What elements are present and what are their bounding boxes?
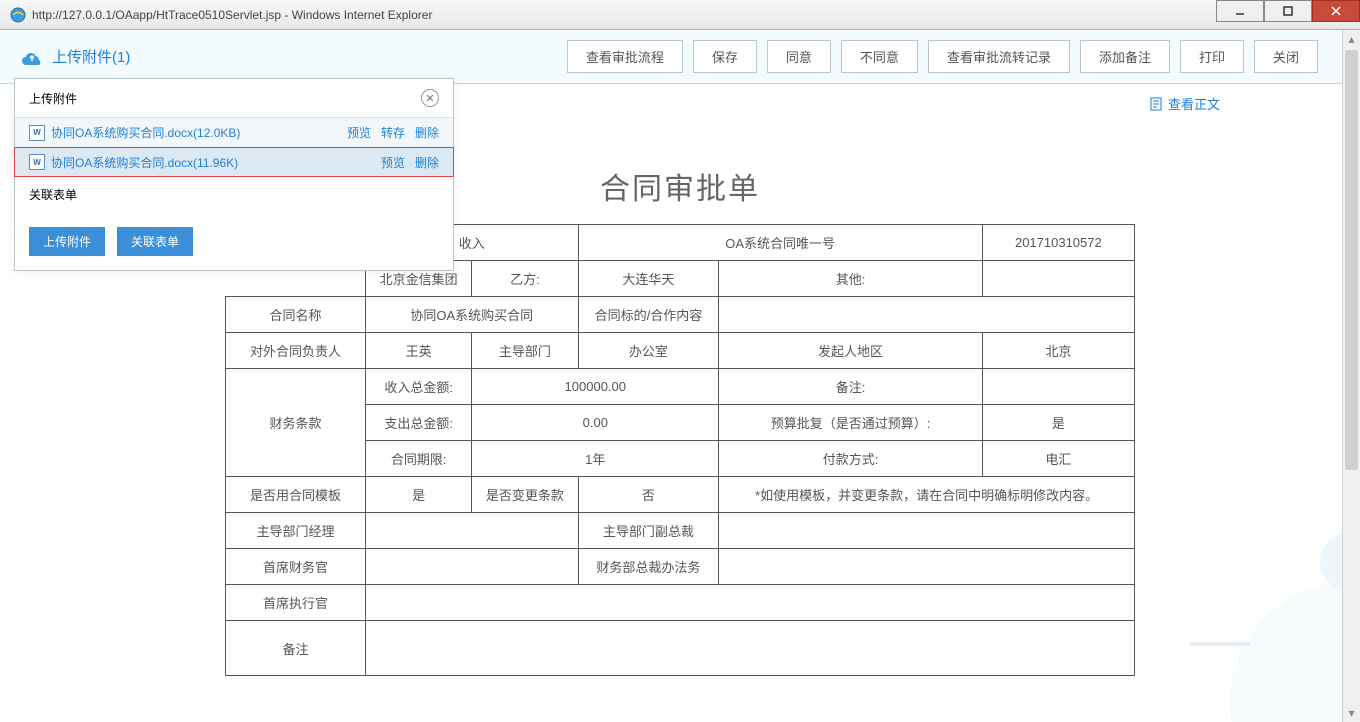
cell: 201710310572 bbox=[982, 225, 1134, 261]
titlebar-url: http://127.0.0.1/OAapp/HtTrace0510Servle… bbox=[32, 8, 432, 22]
file-name: 协同OA系统购买合同.docx(12.0KB) bbox=[51, 124, 240, 141]
cell-label: 备注: bbox=[719, 369, 982, 405]
cell-label: 首席执行官 bbox=[226, 585, 366, 621]
file-name: 协同OA系统购买合同.docx(11.96K) bbox=[51, 154, 238, 171]
cell-label: 合同期限: bbox=[366, 441, 472, 477]
agree-button[interactable]: 同意 bbox=[767, 40, 831, 73]
delete-link[interactable]: 删除 bbox=[415, 124, 439, 141]
upload-attachment-header[interactable]: 上传附件(1) bbox=[20, 46, 130, 67]
cell-label: 是否变更条款 bbox=[472, 477, 578, 513]
cell: 乙方: bbox=[472, 261, 578, 297]
toolbar: 上传附件(1) 查看审批流程 保存 同意 不同意 查看审批流转记录 添加备注 打… bbox=[0, 30, 1360, 84]
cell-label: 收入总金额: bbox=[366, 369, 472, 405]
upload-panel: 上传附件 ✕ W 协同OA系统购买合同.docx(12.0KB) 预览 转存 删… bbox=[14, 78, 454, 271]
print-button[interactable]: 打印 bbox=[1180, 40, 1244, 73]
cloud-upload-icon bbox=[20, 48, 44, 66]
cell-label: 发起人地区 bbox=[719, 333, 982, 369]
cell-label: 合同名称 bbox=[226, 297, 366, 333]
add-remark-button[interactable]: 添加备注 bbox=[1080, 40, 1170, 73]
cell-label: 付款方式: bbox=[719, 441, 982, 477]
upload-button[interactable]: 上传附件 bbox=[29, 227, 105, 256]
cell-label: 预算批复（是否通过预算）: bbox=[719, 405, 982, 441]
file-item[interactable]: W 协同OA系统购买合同.docx(11.96K) 预览 删除 bbox=[14, 147, 454, 177]
cell-label: 是否用合同模板 bbox=[226, 477, 366, 513]
close-panel-button[interactable]: ✕ bbox=[421, 89, 439, 107]
cell: 北京 bbox=[982, 333, 1134, 369]
cell: 电汇 bbox=[982, 441, 1134, 477]
view-approval-flow-button[interactable]: 查看审批流程 bbox=[567, 40, 683, 73]
cell: 是 bbox=[366, 477, 472, 513]
cell: OA系统合同唯一号 bbox=[578, 225, 982, 261]
cell-label: 支出总金额: bbox=[366, 405, 472, 441]
cell-label: 财务条款 bbox=[226, 369, 366, 477]
scroll-down-arrow[interactable]: ▾ bbox=[1343, 704, 1360, 722]
minimize-button[interactable] bbox=[1216, 0, 1264, 22]
docx-icon: W bbox=[29, 154, 45, 170]
cell-label: 主导部门经理 bbox=[226, 513, 366, 549]
cell-label: 合同标的/合作内容 bbox=[578, 297, 719, 333]
cell-label: 主导部门副总裁 bbox=[578, 513, 719, 549]
relate-form-button[interactable]: 关联表单 bbox=[117, 227, 193, 256]
cell-label: 首席财务官 bbox=[226, 549, 366, 585]
file-item[interactable]: W 协同OA系统购买合同.docx(12.0KB) 预览 转存 删除 bbox=[15, 118, 453, 148]
cell: 100000.00 bbox=[472, 369, 719, 405]
background-decor bbox=[1150, 502, 1360, 722]
cell: 是 bbox=[982, 405, 1134, 441]
cell-label: 财务部总裁办法务 bbox=[578, 549, 719, 585]
save-button[interactable]: 保存 bbox=[693, 40, 757, 73]
upload-header-text: 上传附件(1) bbox=[52, 46, 130, 67]
cell: 其他: bbox=[719, 261, 982, 297]
cell: 1年 bbox=[472, 441, 719, 477]
cell: 王英 bbox=[366, 333, 472, 369]
approval-form-table: 收入 OA系统合同唯一号 201710310572 北京金信集团 乙方: 大连华… bbox=[225, 224, 1135, 676]
vertical-scrollbar[interactable]: ▴ ▾ bbox=[1342, 30, 1360, 722]
preview-link[interactable]: 预览 bbox=[347, 124, 371, 141]
ie-icon bbox=[10, 7, 26, 23]
cell: 协同OA系统购买合同 bbox=[366, 297, 579, 333]
delete-link[interactable]: 删除 bbox=[415, 154, 439, 171]
cell-label: 备注 bbox=[226, 621, 366, 676]
view-text-link[interactable]: 查看正文 bbox=[1148, 94, 1220, 113]
cell-label: 主导部门 bbox=[472, 333, 578, 369]
maximize-button[interactable] bbox=[1264, 0, 1312, 22]
docx-icon: W bbox=[29, 125, 45, 141]
scrollbar-thumb[interactable] bbox=[1345, 50, 1358, 470]
related-forms-section: 关联表单 bbox=[15, 176, 453, 213]
titlebar: http://127.0.0.1/OAapp/HtTrace0510Servle… bbox=[0, 0, 1360, 30]
preview-link[interactable]: 预览 bbox=[381, 154, 405, 171]
cell: 办公室 bbox=[578, 333, 719, 369]
upload-panel-title: 上传附件 bbox=[29, 90, 77, 107]
view-approval-log-button[interactable]: 查看审批流转记录 bbox=[928, 40, 1070, 73]
close-window-button[interactable] bbox=[1312, 0, 1360, 22]
cell-label: 对外合同负责人 bbox=[226, 333, 366, 369]
disagree-button[interactable]: 不同意 bbox=[841, 40, 918, 73]
scroll-up-arrow[interactable]: ▴ bbox=[1343, 30, 1360, 48]
cell: 0.00 bbox=[472, 405, 719, 441]
document-icon bbox=[1148, 96, 1164, 112]
close-button[interactable]: 关闭 bbox=[1254, 40, 1318, 73]
cell: 否 bbox=[578, 477, 719, 513]
save-link[interactable]: 转存 bbox=[381, 124, 405, 141]
view-text-label: 查看正文 bbox=[1168, 94, 1220, 113]
cell: 大连华天 bbox=[578, 261, 719, 297]
cell: *如使用模板，并变更条款，请在合同中明确标明修改内容。 bbox=[719, 477, 1135, 513]
